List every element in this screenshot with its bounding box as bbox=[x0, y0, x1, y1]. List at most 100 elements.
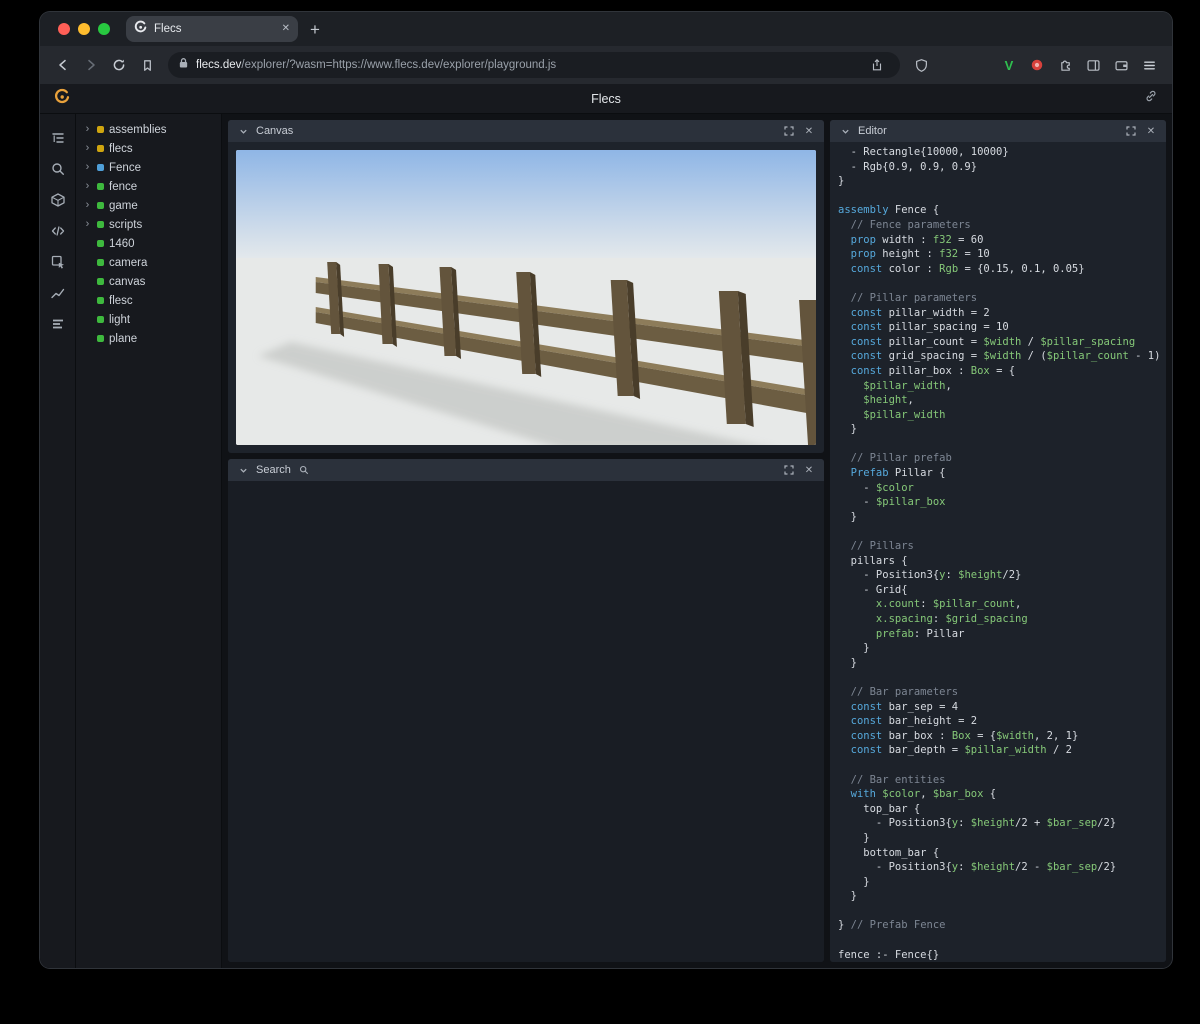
inspect-icon[interactable] bbox=[48, 252, 68, 272]
extension-v-icon[interactable]: V bbox=[996, 52, 1022, 78]
tab-favicon-icon bbox=[134, 20, 147, 38]
expand-arrow-icon[interactable]: › bbox=[83, 200, 92, 211]
expand-panel-icon[interactable] bbox=[1124, 124, 1138, 138]
new-tab-button[interactable]: + bbox=[310, 21, 320, 38]
wallet-icon[interactable] bbox=[1108, 52, 1134, 78]
share-link-icon[interactable] bbox=[1144, 89, 1158, 108]
entity-color-square bbox=[97, 164, 104, 171]
extension-red-icon[interactable] bbox=[1024, 52, 1050, 78]
search-icon bbox=[297, 463, 311, 477]
entity-color-square bbox=[97, 126, 104, 133]
expand-arrow-icon[interactable]: › bbox=[83, 162, 92, 173]
code-line: } // Prefab Fence bbox=[838, 919, 946, 932]
brave-shield-icon[interactable] bbox=[908, 52, 934, 78]
code-line: const pillar_width = 2 bbox=[838, 306, 990, 319]
entity-color-square bbox=[97, 278, 104, 285]
chevron-down-icon[interactable] bbox=[236, 124, 250, 138]
window-minimize-button[interactable] bbox=[78, 23, 90, 35]
tree-item-flesc[interactable]: flesc bbox=[76, 291, 221, 310]
tree-item-game[interactable]: › game bbox=[76, 196, 221, 215]
tree-item-label: flecs bbox=[109, 142, 133, 155]
code-line: - Grid{ bbox=[838, 583, 908, 596]
tree-item-canvas[interactable]: canvas bbox=[76, 272, 221, 291]
tree-item-label: canvas bbox=[109, 275, 146, 288]
tree-item-camera[interactable]: camera bbox=[76, 253, 221, 272]
code-line: } bbox=[838, 510, 857, 523]
stats-icon[interactable] bbox=[48, 314, 68, 334]
expand-panel-icon[interactable] bbox=[782, 124, 796, 138]
tree-item-plane[interactable]: plane bbox=[76, 329, 221, 348]
canvas-panel: Canvas ✕ bbox=[228, 120, 824, 453]
code-line: } bbox=[838, 875, 870, 888]
share-icon[interactable] bbox=[864, 52, 890, 78]
extensions-puzzle-icon[interactable] bbox=[1052, 52, 1078, 78]
code-line: - Rectangle{10000, 10000} bbox=[838, 146, 1009, 158]
code-line: } bbox=[838, 175, 845, 188]
editor-code[interactable]: - Rectangle{10000, 10000} - Rgb{0.9, 0.9… bbox=[838, 145, 1166, 962]
code-line: - Position3{y: $height/2} bbox=[838, 569, 1022, 582]
assets-cube-icon[interactable] bbox=[48, 190, 68, 210]
3d-viewport[interactable] bbox=[236, 150, 816, 445]
code-line: const color : Rgb = {0.15, 0.1, 0.05} bbox=[838, 262, 1085, 275]
code-line: prop width : f32 = 60 bbox=[838, 233, 984, 246]
canvas-body bbox=[228, 142, 824, 453]
reload-button[interactable] bbox=[106, 52, 132, 78]
code-line: // Fence parameters bbox=[838, 218, 971, 231]
left-icon-rail bbox=[40, 114, 76, 968]
bookmark-icon[interactable] bbox=[134, 52, 160, 78]
entity-tree-icon[interactable] bbox=[48, 128, 68, 148]
window-close-button[interactable] bbox=[58, 23, 70, 35]
code-line: fence :- Fence{} bbox=[838, 948, 940, 961]
code-line: $height, bbox=[838, 394, 914, 407]
code-line: top_bar { bbox=[838, 802, 921, 815]
forward-button[interactable] bbox=[78, 52, 104, 78]
search-icon[interactable] bbox=[48, 159, 68, 179]
expand-arrow-icon[interactable]: › bbox=[83, 219, 92, 230]
chart-icon[interactable] bbox=[48, 283, 68, 303]
tree-item-label: assemblies bbox=[109, 123, 167, 136]
tree-item-scripts[interactable]: › scripts bbox=[76, 215, 221, 234]
tree-item-Fence[interactable]: › Fence bbox=[76, 158, 221, 177]
url-bar[interactable]: flecs.dev/explorer/?wasm=https://www.fle… bbox=[168, 52, 900, 78]
code-line: Prefab Pillar { bbox=[838, 467, 946, 480]
chevron-down-icon[interactable] bbox=[236, 463, 250, 477]
code-line: prefab: Pillar bbox=[838, 627, 965, 640]
close-panel-icon[interactable]: ✕ bbox=[1144, 124, 1158, 138]
browser-tab[interactable]: Flecs ✕ bbox=[126, 16, 298, 42]
code-line: // Pillar prefab bbox=[838, 452, 952, 465]
entity-color-square bbox=[97, 297, 104, 304]
close-panel-icon[interactable]: ✕ bbox=[802, 124, 816, 138]
code-icon[interactable] bbox=[48, 221, 68, 241]
tab-close-icon[interactable]: ✕ bbox=[282, 24, 290, 34]
code-line: bottom_bar { bbox=[838, 846, 940, 859]
tree-item-1460[interactable]: 1460 bbox=[76, 234, 221, 253]
entity-tree: › assemblies › flecs › Fence › fence › game › scrip… bbox=[76, 114, 222, 968]
editor-body: - Rectangle{10000, 10000} - Rgb{0.9, 0.9… bbox=[830, 142, 1166, 962]
tree-item-fence[interactable]: › fence bbox=[76, 177, 221, 196]
expand-arrow-icon[interactable]: › bbox=[83, 124, 92, 135]
side-panel-icon[interactable] bbox=[1080, 52, 1106, 78]
menu-icon[interactable] bbox=[1136, 52, 1162, 78]
tree-item-assemblies[interactable]: › assemblies bbox=[76, 120, 221, 139]
entity-color-square bbox=[97, 183, 104, 190]
entity-color-square bbox=[97, 145, 104, 152]
close-panel-icon[interactable]: ✕ bbox=[802, 463, 816, 477]
code-line: pillars { bbox=[838, 554, 908, 567]
back-button[interactable] bbox=[50, 52, 76, 78]
expand-panel-icon[interactable] bbox=[782, 463, 796, 477]
entity-color-square bbox=[97, 335, 104, 342]
entity-color-square bbox=[97, 221, 104, 228]
main-area: Canvas ✕ Search ✕ Editor ✕ - Rectangle{1… bbox=[222, 114, 1172, 968]
tree-item-flecs[interactable]: › flecs bbox=[76, 139, 221, 158]
search-results-area[interactable] bbox=[228, 481, 824, 962]
code-line: const bar_box : Box = {$width, 2, 1} bbox=[838, 729, 1079, 742]
canvas-panel-header: Canvas ✕ bbox=[228, 120, 824, 142]
chevron-down-icon[interactable] bbox=[838, 124, 852, 138]
tree-item-light[interactable]: light bbox=[76, 310, 221, 329]
expand-arrow-icon[interactable]: › bbox=[83, 143, 92, 154]
window-maximize-button[interactable] bbox=[98, 23, 110, 35]
expand-arrow-icon[interactable]: › bbox=[83, 181, 92, 192]
